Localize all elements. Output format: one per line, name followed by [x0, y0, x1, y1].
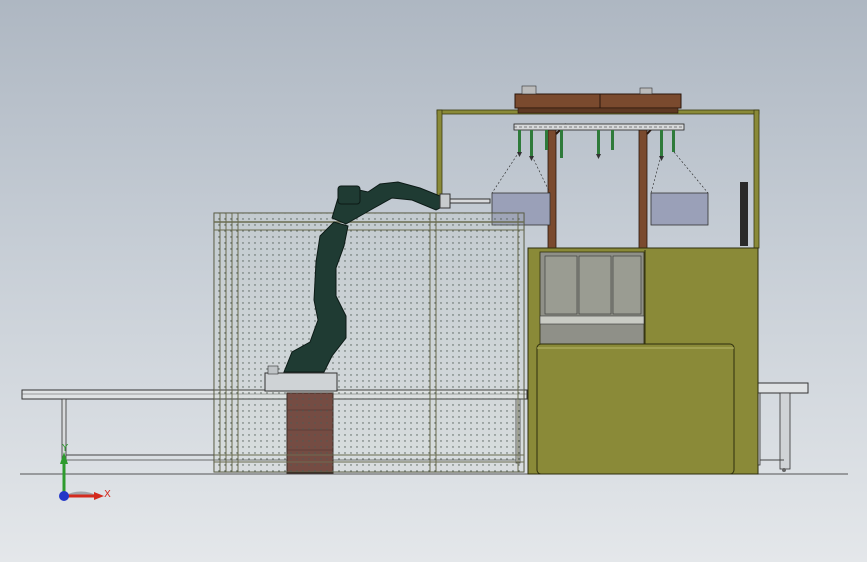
safety-fence [213, 212, 525, 473]
suction-cups [517, 130, 675, 161]
right-conveyor [751, 382, 809, 472]
coordinate-triad: Y X [59, 443, 111, 501]
cad-viewport[interactable]: Y X [0, 0, 867, 562]
right-hanging-box [650, 151, 709, 226]
machine-cabinet [527, 247, 759, 475]
y-axis-label: Y [61, 443, 69, 454]
left-post [547, 127, 557, 251]
top-beam [514, 85, 682, 114]
gripper-rail [513, 123, 685, 131]
x-axis-label: X [104, 489, 111, 500]
right-post [638, 127, 648, 251]
cad-model-drawing: Y X [20, 85, 848, 501]
